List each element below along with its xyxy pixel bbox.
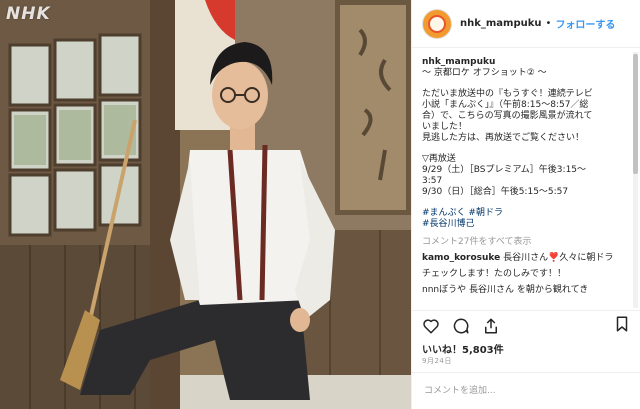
action-bar bbox=[412, 310, 640, 340]
caption-line: ただいま放送中の『もうすぐ！連続テレビ bbox=[422, 89, 593, 99]
caption-username[interactable]: nhk_mampuku bbox=[422, 56, 623, 68]
post-sidebar: nhk_mampuku • フォローする nhk_mampuku ～ 京都ロケ … bbox=[411, 0, 640, 409]
comment-username[interactable]: kamo_korosuke bbox=[422, 253, 500, 263]
post-date: 9月24日 bbox=[422, 357, 452, 365]
follow-button[interactable]: フォローする bbox=[555, 16, 615, 31]
comment-text: nnnぼうや 長谷川さん を朝から観れてき bbox=[422, 285, 589, 295]
nhk-watermark: NHK bbox=[6, 4, 51, 24]
post-header: nhk_mampuku • フォローする bbox=[412, 0, 640, 48]
heart-icon[interactable] bbox=[422, 317, 440, 335]
comment-list: kamo_korosuke 長谷川さん❣️久々に朝ドラ チェックします！たのしみで… bbox=[422, 252, 623, 296]
caption-line: 9/29（土）［BSプレミアム］午後3:15〜 bbox=[422, 165, 587, 175]
comments-area: nhk_mampuku ～ 京都ロケ オフショット② ～ ただいま放送中の『もうす… bbox=[412, 48, 633, 310]
caption-line: 9/30（日）［総合］午後5:15〜5:57 bbox=[422, 187, 569, 197]
comment-text: チェックします！たのしみです！！ bbox=[422, 269, 567, 279]
instagram-post: NHK nhk_mampuku • フォローする nhk_mampuku ～ 京… bbox=[0, 0, 640, 409]
caption-hashtags-1[interactable]: #まんぷく #朝ドラ bbox=[422, 208, 623, 219]
post-photo[interactable]: NHK bbox=[0, 0, 411, 409]
photo-illustration bbox=[0, 0, 411, 409]
header-username[interactable]: nhk_mampuku bbox=[460, 18, 542, 29]
caption-line: ▽再放送 bbox=[422, 154, 456, 164]
bookmark-icon[interactable] bbox=[613, 315, 631, 333]
avatar-logo-icon bbox=[428, 14, 446, 33]
comments-scrollbar[interactable] bbox=[633, 52, 638, 308]
caption-hashtags-2[interactable]: #長谷川博己 bbox=[422, 219, 623, 230]
avatar[interactable] bbox=[422, 8, 452, 39]
caption-line: 3:57 bbox=[422, 176, 443, 186]
comment-item: kamo_korosuke 長谷川さん❣️久々に朝ドラ bbox=[422, 252, 623, 264]
comment-item: nnnぼうや 長谷川さん を朝から観れてき bbox=[422, 284, 623, 296]
header-separator: • bbox=[545, 18, 552, 29]
comment-icon[interactable] bbox=[452, 317, 470, 335]
comment-item: チェックします！たのしみです！！ bbox=[422, 268, 623, 280]
comment-text: 長谷川さん❣️久々に朝ドラ bbox=[500, 253, 614, 263]
view-all-comments-link[interactable]: コメント27件をすべて表示 bbox=[422, 236, 623, 248]
likes-count[interactable]: いいね！5,803件 bbox=[422, 341, 504, 356]
scrollbar-thumb[interactable] bbox=[633, 54, 638, 174]
share-icon[interactable] bbox=[482, 317, 500, 335]
caption-line: 合）で、こちらの写真の撮影風景が流れて bbox=[422, 111, 593, 121]
bookmark-wrapper bbox=[613, 315, 631, 337]
comment-input[interactable] bbox=[422, 385, 631, 397]
caption-line bbox=[422, 79, 623, 89]
caption-line: 見逃した方は、再放送でご覧ください！ bbox=[422, 133, 585, 143]
caption-text: ～ 京都ロケ オフショット② ～ ただいま放送中の『もうすぐ！連続テレビ 小説「まん… bbox=[422, 68, 623, 208]
caption-line bbox=[422, 198, 623, 208]
add-comment-bar bbox=[412, 372, 640, 409]
caption-line bbox=[422, 144, 623, 154]
caption-line: 小説「まんぷく」』（午前8:15〜8:57／総 bbox=[422, 100, 589, 110]
caption-line: いました！ bbox=[422, 122, 468, 132]
caption-line: ～ 京都ロケ オフショット② ～ bbox=[422, 68, 547, 78]
